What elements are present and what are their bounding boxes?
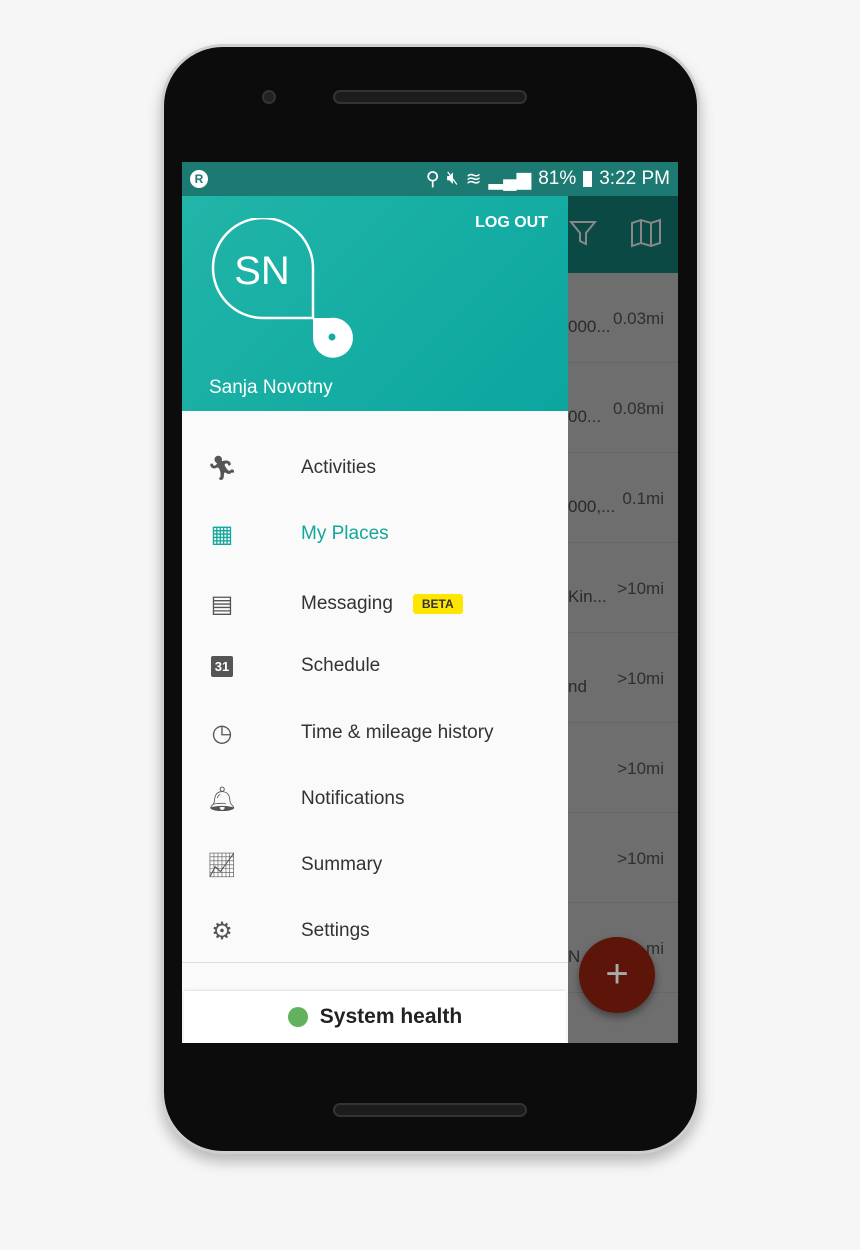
menu-item-settings[interactable]: ⚙ Settings <box>182 901 568 961</box>
add-fab-button[interactable]: + <box>579 937 655 1013</box>
status-bar: R ⚲ 🔇︎ ≋ ▂▄▆ 81% 3:22 PM <box>182 162 678 196</box>
list-item-title: Kin... <box>568 587 607 606</box>
list-item-title: 00... <box>568 407 602 426</box>
calendar-icon: 31 <box>202 655 242 677</box>
menu-item-my-places[interactable]: ▦ My Places <box>182 504 568 564</box>
list-item[interactable]: >10mi <box>568 723 678 813</box>
list-item-title: nd <box>568 677 587 696</box>
running-person-icon: 🏃︎ <box>206 454 238 482</box>
signal-icon: ▂▄▆ <box>488 168 532 190</box>
list-item[interactable]: nd >10mi <box>568 633 678 723</box>
menu-item-label: Activities <box>301 457 376 478</box>
list-item[interactable]: 000... 0.03mi <box>568 273 678 363</box>
system-health-label: System health <box>319 1005 463 1028</box>
map-icon[interactable] <box>630 218 662 248</box>
menu-item-label: Notifications <box>301 788 405 809</box>
mute-icon: 🔇︎ <box>446 168 459 189</box>
list-item[interactable]: >10mi <box>568 813 678 903</box>
menu-item-label: Summary <box>301 854 383 875</box>
drawer-header: LOG OUT SN Sanja Novotny <box>182 196 568 411</box>
system-health-button[interactable]: System health <box>184 991 566 1043</box>
clock: 3:22 PM <box>599 168 670 189</box>
wifi-icon: ≋ <box>465 168 482 190</box>
chat-icon: ▤ <box>210 590 234 618</box>
logout-button[interactable]: LOG OUT <box>475 214 548 232</box>
menu-item-label: Messaging <box>301 593 393 614</box>
menu-item-time-mileage-history[interactable]: ◷ Time & mileage history <box>182 703 568 763</box>
bottom-speaker <box>333 1103 527 1117</box>
menu-item-schedule[interactable]: 31 Schedule <box>182 636 568 696</box>
list-item-title: 000... <box>568 317 611 336</box>
health-status-dot <box>287 1007 308 1027</box>
speaker-grille <box>333 90 527 104</box>
clock-icon: ◷ <box>211 719 233 747</box>
location-icon: ⚲ <box>425 168 440 190</box>
filter-icon[interactable] <box>568 218 598 248</box>
list-item-distance: >10mi <box>617 849 664 868</box>
menu-item-activities[interactable]: 🏃︎ Activities <box>182 438 568 498</box>
beta-badge: BETA <box>412 594 463 614</box>
app-bar <box>568 196 678 273</box>
menu-item-label: Settings <box>301 920 370 941</box>
list-item[interactable]: 000,... 0.1mi <box>568 453 678 543</box>
menu-item-label: My Places <box>301 523 389 544</box>
avatar[interactable]: SN <box>210 218 360 360</box>
list-item-distance: 0.03mi <box>612 309 664 328</box>
bell-icon: 🔔︎ <box>206 785 238 813</box>
list-item-distance: 0.08mi <box>612 399 664 418</box>
chart-icon: 📈︎ <box>206 851 238 879</box>
navigation-drawer: LOG OUT SN Sanja Novotny 🏃︎ Activities ▦ My… <box>182 196 568 1043</box>
buildings-icon: ▦ <box>210 520 234 548</box>
list-item-distance: >10mi <box>617 579 664 598</box>
list-item[interactable]: 00... 0.08mi <box>568 363 678 453</box>
menu-item-summary[interactable]: 📈︎ Summary <box>182 835 568 895</box>
user-name: Sanja Novotny <box>209 377 333 398</box>
list-item-title: 000,... <box>568 497 616 516</box>
list-item-distance: >10mi <box>617 759 664 778</box>
list-item-distance: >10mi <box>617 669 664 688</box>
front-camera <box>262 90 276 104</box>
list-item-distance: 0.1mi <box>622 489 664 508</box>
menu-item-label: Time & mileage history <box>301 722 494 743</box>
menu-item-label: Schedule <box>301 655 381 676</box>
list-item[interactable]: Kin... >10mi <box>568 543 678 633</box>
list-item-title: N <box>568 947 581 966</box>
screen: R ⚲ 🔇︎ ≋ ▂▄▆ 81% 3:22 PM 000... 0.03mi 00.… <box>182 162 678 1043</box>
app-notification-icon: R <box>190 170 208 188</box>
gear-icon: ⚙ <box>211 917 233 945</box>
battery-icon <box>583 171 593 187</box>
menu-item-messaging[interactable]: ▤ Messaging BETA <box>182 574 568 634</box>
divider <box>182 962 568 963</box>
menu-item-notifications[interactable]: 🔔︎ Notifications <box>182 769 568 829</box>
avatar-initials: SN <box>234 249 290 293</box>
battery-percent: 81% <box>538 168 577 189</box>
